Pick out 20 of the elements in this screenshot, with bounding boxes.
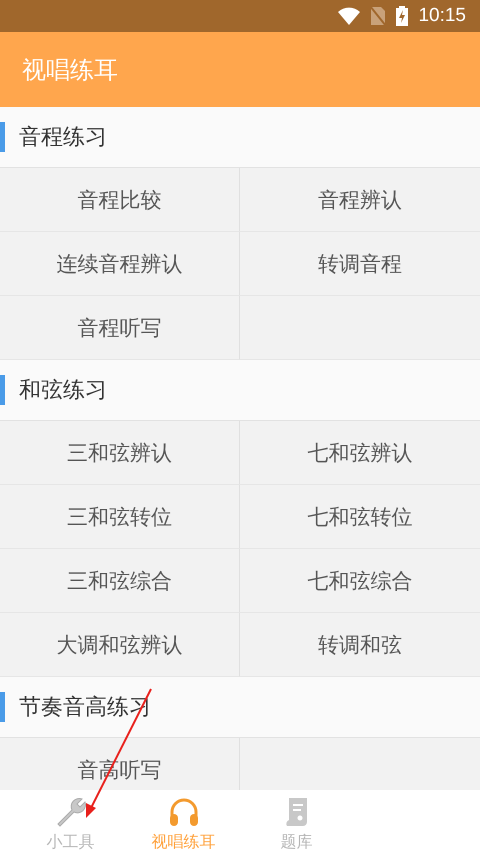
menu-item[interactable]: 七和弦辨认 <box>240 421 480 485</box>
battery-charging-icon <box>396 6 408 26</box>
section-accent-bar <box>0 122 5 152</box>
clock-time: 10:15 <box>418 5 466 27</box>
app-title: 视唱练耳 <box>22 54 118 86</box>
no-sim-icon <box>370 6 386 26</box>
menu-item[interactable]: 七和弦综合 <box>240 549 480 613</box>
menu-item[interactable]: 三和弦转位 <box>0 485 240 549</box>
section-title: 音程练习 <box>19 124 107 152</box>
menu-item[interactable]: 三和弦综合 <box>0 549 240 613</box>
menu-item[interactable]: 音程比较 <box>0 168 240 232</box>
menu-item[interactable]: 七和弦转位 <box>240 485 480 549</box>
section-accent-bar <box>0 375 5 405</box>
section-accent-bar <box>0 692 5 722</box>
wifi-icon <box>338 7 360 25</box>
menu-item[interactable]: 转调音程 <box>240 232 480 296</box>
menu-item[interactable]: 三和弦辨认 <box>0 421 240 485</box>
menu-item[interactable]: 音程辨认 <box>240 168 480 232</box>
menu-item[interactable]: 连续音程辨认 <box>0 232 240 296</box>
section-title: 和弦练习 <box>19 377 107 405</box>
